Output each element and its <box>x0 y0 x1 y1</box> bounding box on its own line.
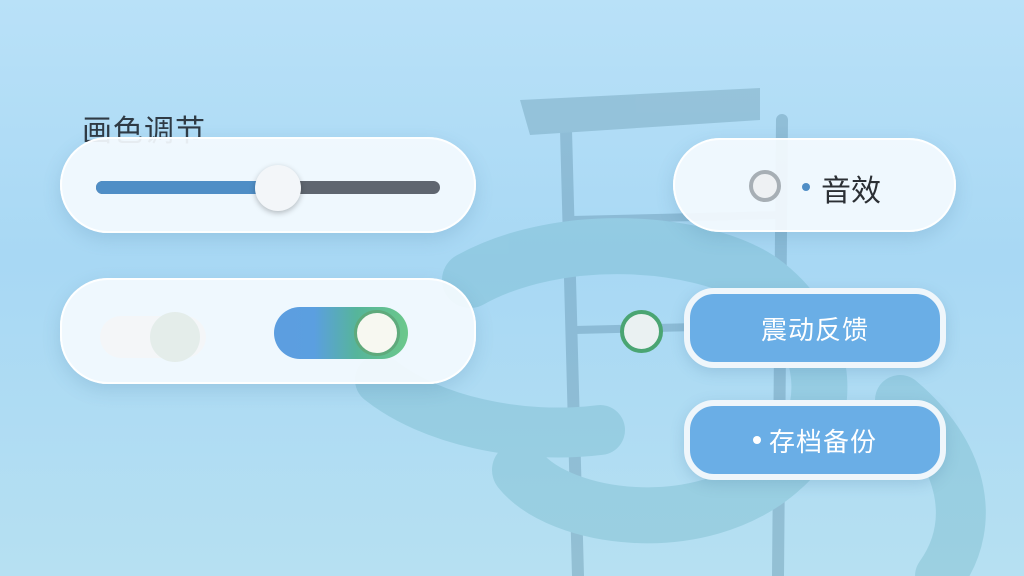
toggle-switch-on[interactable] <box>274 307 408 359</box>
slider-thumb[interactable] <box>255 165 302 211</box>
toggle-knob <box>354 310 400 356</box>
vibration-button-label: 震动反馈 <box>760 315 869 346</box>
sound-radio-button[interactable] <box>749 170 781 202</box>
bullet-icon <box>752 436 761 444</box>
toggle-switch-off[interactable] <box>100 312 206 362</box>
slider-panel <box>60 137 476 233</box>
toggle-panel <box>60 278 476 384</box>
slider-fill <box>96 181 279 194</box>
brightness-slider[interactable] <box>96 165 440 211</box>
vibration-radio-button[interactable] <box>620 310 663 353</box>
sound-label: 音效 <box>821 174 881 209</box>
sound-option[interactable]: 音效 <box>673 138 956 232</box>
save-backup-button[interactable]: 存档备份 <box>684 400 946 480</box>
toggle-knob <box>150 312 200 362</box>
bullet-icon <box>802 183 810 191</box>
save-button-label: 存档备份 <box>768 427 877 458</box>
vibration-feedback-button[interactable]: 震动反馈 <box>684 288 946 368</box>
